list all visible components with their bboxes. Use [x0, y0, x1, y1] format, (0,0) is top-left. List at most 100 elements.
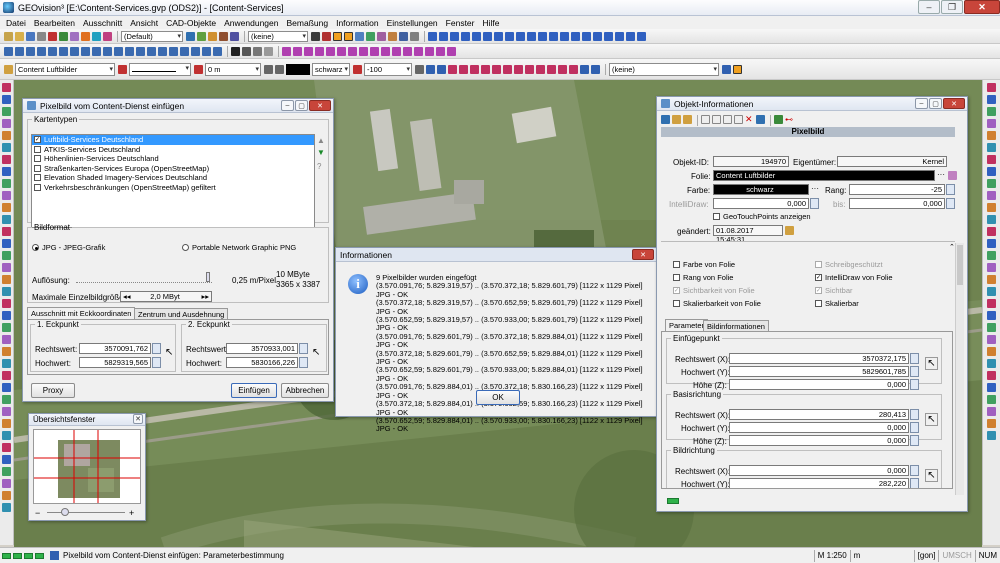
symbol-d-icon[interactable] [315, 46, 324, 56]
menu-7[interactable]: Information [336, 18, 379, 28]
objinfo-prev-icon[interactable] [712, 115, 721, 124]
br-x-spin[interactable] [910, 409, 919, 420]
right-tool-icon[interactable] [987, 179, 996, 188]
kartentypen-list[interactable]: ✓ Luftbild-Services Deutschland ATKIS-Serv… [31, 134, 315, 228]
left-tool-icon[interactable] [2, 203, 11, 212]
rang-spin[interactable] [946, 184, 955, 195]
folie-props-icon[interactable] [118, 64, 127, 74]
kartentyp-item[interactable]: Straßenkarten-Services Europa (OpenStree… [32, 164, 314, 174]
right-tool-icon[interactable] [987, 419, 996, 428]
draw-arc-icon[interactable] [26, 46, 35, 56]
eck2-rechts-input[interactable]: 3570933,001 [226, 343, 298, 354]
left-tool-icon[interactable] [2, 467, 11, 476]
layer-on-icon[interactable] [197, 31, 206, 41]
linewidth-icon[interactable] [194, 64, 203, 74]
draw-circle-icon[interactable] [37, 46, 46, 56]
left-tool-icon[interactable] [2, 131, 11, 140]
bi-y-spin[interactable] [910, 478, 919, 488]
left-tool-icon[interactable] [2, 299, 11, 308]
collapse-icon[interactable]: ⌃ [949, 243, 955, 251]
eck2-rechts-spin[interactable] [299, 343, 308, 354]
symbol-i-icon[interactable] [370, 46, 379, 56]
bi-pick-icon[interactable]: ↖ [925, 469, 938, 482]
left-tool-icon[interactable] [2, 143, 11, 152]
view-o-icon[interactable] [580, 64, 589, 74]
br-z-spin[interactable] [910, 435, 919, 446]
pixelbild-maximize-button[interactable]: ▢ [295, 100, 308, 111]
left-tool-icon[interactable] [2, 335, 11, 344]
ep-pick-icon[interactable]: ↖ [925, 357, 938, 370]
ep-x-spin[interactable] [910, 353, 919, 364]
symbol-e-icon[interactable] [326, 46, 335, 56]
right-tool-icon[interactable] [987, 203, 996, 212]
max-size-field[interactable]: ◂◂ 2,0 MByt ▸▸ [120, 291, 212, 302]
left-tool-icon[interactable] [2, 119, 11, 128]
left-tool-icon[interactable] [2, 323, 11, 332]
symbol-h-icon[interactable] [359, 46, 368, 56]
snap-end-icon[interactable] [322, 31, 331, 41]
tool-f-icon[interactable] [483, 31, 492, 41]
ep-z-spin[interactable] [910, 379, 919, 390]
menu-6[interactable]: Bemaßung [287, 18, 329, 28]
left-tool-icon[interactable] [2, 179, 11, 188]
kartentyp-checkbox[interactable] [34, 174, 41, 182]
left-tool-icon[interactable] [2, 95, 11, 104]
eck1-rechts-input[interactable]: 3570091,762 [79, 343, 151, 354]
save-icon[interactable] [26, 31, 35, 41]
color-picker-icon[interactable] [275, 64, 284, 74]
zvalue-input[interactable]: -100 [364, 62, 412, 76]
draw-join-icon[interactable] [180, 46, 189, 56]
list-down-icon[interactable]: ▼ [317, 148, 325, 157]
tool-l-icon[interactable] [549, 31, 558, 41]
bis-spin[interactable] [946, 198, 955, 209]
left-tool-icon[interactable] [2, 251, 11, 260]
right-tool-icon[interactable] [987, 131, 996, 140]
left-tool-icon[interactable] [2, 263, 11, 272]
symbol-j-icon[interactable] [381, 46, 390, 56]
objinfo-last-icon[interactable] [734, 115, 743, 124]
label-icon[interactable] [264, 46, 273, 56]
objinfo-props-icon[interactable] [672, 115, 681, 124]
right-tool-icon[interactable] [987, 407, 996, 416]
einfuegen-button[interactable]: Einfügen [231, 383, 277, 398]
color-swatch[interactable] [286, 63, 310, 75]
symbol-b-icon[interactable] [293, 46, 302, 56]
left-tool-icon[interactable] [2, 431, 11, 440]
copy-icon[interactable] [59, 31, 68, 41]
left-tool-icon[interactable] [2, 419, 11, 428]
left-tool-icon[interactable] [2, 287, 11, 296]
view-b-icon[interactable] [437, 64, 446, 74]
color-combo[interactable]: schwarz [312, 62, 350, 76]
symbol-p-icon[interactable] [447, 46, 456, 56]
menu-8[interactable]: Einstellungen [387, 18, 438, 28]
kartentyp-item[interactable]: Elevation Shaded Imagery-Services Deutsc… [32, 173, 314, 183]
left-tool-icon[interactable] [2, 455, 11, 464]
bi-x-spin[interactable] [910, 465, 919, 476]
view-k-icon[interactable] [536, 64, 545, 74]
ep-y-spin[interactable] [910, 366, 919, 377]
right-tool-icon[interactable] [987, 119, 996, 128]
left-tool-icon[interactable] [2, 155, 11, 164]
right-tool-icon[interactable] [987, 95, 996, 104]
tool-g-icon[interactable] [494, 31, 503, 41]
bi-y-input[interactable]: 282,220 [729, 478, 909, 488]
polar-icon[interactable] [377, 31, 386, 41]
draw-offset-icon[interactable] [103, 46, 112, 56]
left-tool-icon[interactable] [2, 491, 11, 500]
check-schreibgeschuetzt[interactable]: Schreibgeschützt [815, 260, 883, 269]
tool-k-icon[interactable] [538, 31, 547, 41]
tool-q-icon[interactable] [604, 31, 613, 41]
ortho-icon[interactable] [366, 31, 375, 41]
view-d-icon[interactable] [459, 64, 468, 74]
right-tool-icon[interactable] [987, 311, 996, 320]
kartentyp-item[interactable]: Höhenlinien-Services Deutschland [32, 154, 314, 164]
folie-field[interactable]: Content Luftbilder [713, 170, 935, 181]
kartentyp-item[interactable]: ✓ Luftbild-Services Deutschland [32, 135, 314, 145]
view-i-icon[interactable] [514, 64, 523, 74]
layer-lock-icon[interactable] [208, 31, 217, 41]
tool-n-icon[interactable] [571, 31, 580, 41]
objinfo-apply-icon[interactable] [774, 115, 783, 124]
rang-field[interactable]: -25 [849, 184, 945, 195]
eck2-hoch-input[interactable]: 5830166,226 [226, 357, 298, 368]
format-jpg-radio[interactable]: JPG - JPEG-Grafik [32, 243, 105, 252]
